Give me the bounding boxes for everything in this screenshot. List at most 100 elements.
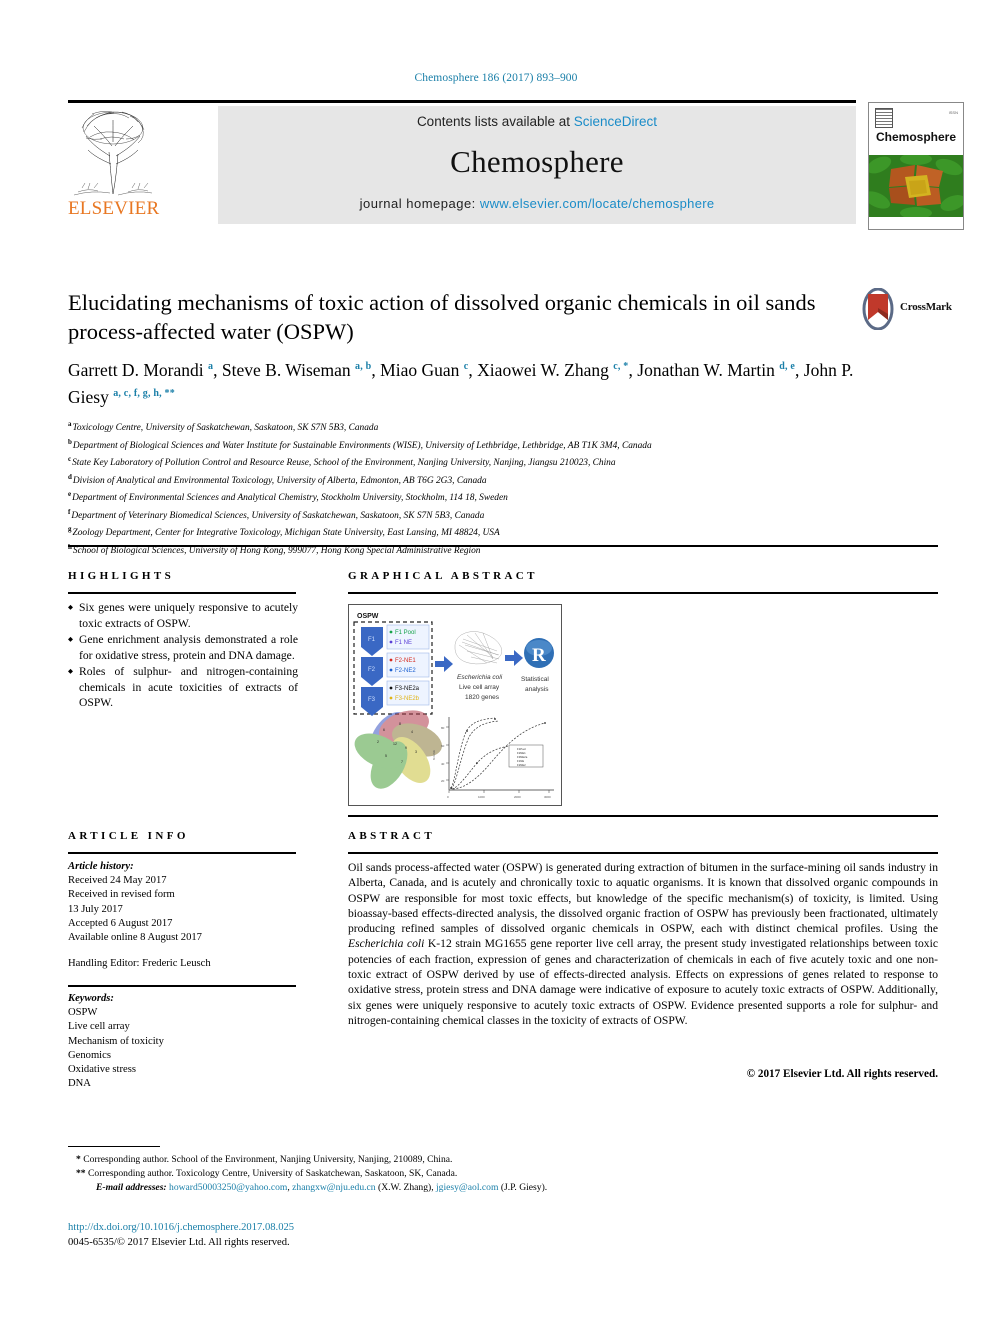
cover-issue-text: ISSN [948, 110, 958, 115]
svg-text:12: 12 [393, 742, 397, 746]
affiliation-text: School of Biological Sciences, Universit… [72, 545, 481, 556]
corr-mark-1: * [76, 1154, 81, 1165]
contents-available-line: Contents lists available at ScienceDirec… [218, 114, 856, 129]
corresponding-author-1: * Corresponding author. School of the En… [68, 1153, 938, 1167]
cover-artwork [869, 155, 963, 217]
affiliation-mark: b [68, 437, 72, 446]
highlight-text: Six genes were uniquely responsive to ac… [79, 601, 298, 630]
svg-text:F2-NE1: F2-NE1 [395, 658, 416, 664]
journal-homepage-link[interactable]: www.elsevier.com/locate/chemosphere [480, 196, 715, 211]
keyword-item: OSPW [68, 1007, 98, 1019]
svg-text:Escherichia coli: Escherichia coli [457, 674, 503, 681]
article-history-label: Article history: [68, 861, 134, 872]
svg-text:40: 40 [441, 762, 445, 766]
affiliation-text: Toxicology Centre, University of Saskatc… [72, 423, 379, 434]
svg-text:2: 2 [377, 740, 379, 744]
highlights-list: Six genes were uniquely responsive to ac… [68, 600, 298, 712]
handling-editor: Handling Editor: Frederic Leusch [68, 958, 211, 970]
crossmark-badge[interactable]: CrossMark [858, 288, 952, 332]
contents-panel: Contents lists available at ScienceDirec… [218, 106, 856, 224]
sciencedirect-link[interactable]: ScienceDirect [574, 114, 657, 129]
affiliation-mark: d [68, 472, 72, 481]
affiliation-item: dDivision of Analytical and Environmenta… [68, 471, 938, 489]
keyword-item: Mechanism of toxicity [68, 1035, 164, 1047]
elsevier-tree-icon [70, 106, 156, 198]
keywords-block: Keywords: OSPW Live cell array Mechanism… [68, 992, 296, 1091]
highlight-text: Gene enrichment analysis demonstrated a … [79, 633, 298, 662]
section-divider-top [68, 545, 938, 547]
svg-text:F2-NE2: F2-NE2 [395, 668, 416, 674]
svg-text:Live cell array: Live cell array [459, 684, 500, 691]
affiliation-item: fDepartment of Veterinary Biomedical Sci… [68, 506, 938, 524]
journal-title: Chemosphere [450, 144, 624, 179]
email-owner-2: (X.W. Zhang) [378, 1182, 432, 1193]
issn-copyright: 0045-6535/© 2017 Elsevier Ltd. All right… [68, 1237, 290, 1248]
email-link-3[interactable]: jgiesy@aol.com [436, 1182, 498, 1193]
affiliation-text: Department of Environmental Sciences and… [72, 493, 508, 504]
graphical-abstract-heading: GRAPHICAL ABSTRACT [348, 570, 538, 582]
corr-text-2: Corresponding author. Toxicology Centre,… [88, 1168, 458, 1179]
svg-text:Statistical: Statistical [521, 676, 549, 683]
abstract-part-2: K-12 strain MG1655 gene reporter live ce… [348, 937, 938, 1027]
cover-bottom-band [869, 217, 963, 229]
keyword-item: DNA [68, 1078, 91, 1090]
svg-text:1820 genes: 1820 genes [465, 694, 500, 701]
abstract-body: Oil sands process-affected water (OSPW) … [348, 860, 938, 1028]
svg-text:1000: 1000 [478, 795, 485, 799]
abstract-species-name: Escherichia coli [348, 937, 425, 951]
title-block: Elucidating mechanisms of toxic action o… [68, 288, 848, 346]
affiliation-list: aToxicology Centre, University of Saskat… [68, 418, 938, 558]
history-accepted: Accepted 6 August 2017 [68, 917, 173, 929]
article-history: Article history: Received 24 May 2017 Re… [68, 860, 296, 971]
abstract-part-1: Oil sands process-affected water (OSPW) … [348, 861, 938, 936]
svg-text:9: 9 [405, 746, 407, 750]
email-link-2[interactable]: zhangxw@nju.edu.cn [292, 1182, 375, 1193]
article-info-heading: ARTICLE INFO [68, 830, 189, 842]
affiliation-item: gZoology Department, Center for Integrat… [68, 523, 938, 541]
affiliation-item: bDepartment of Biological Sciences and W… [68, 436, 938, 454]
email-label: E-mail addresses: [96, 1182, 167, 1193]
highlights-rule [68, 592, 296, 594]
svg-text:F1: F1 [368, 637, 376, 643]
svg-text:3: 3 [415, 750, 417, 754]
svg-text:6: 6 [383, 728, 385, 732]
journal-masthead: ELSEVIER Contents lists available at Sci… [68, 100, 964, 230]
email-addresses-line: E-mail addresses: howard50003250@yahoo.c… [96, 1182, 548, 1193]
svg-text:OSPW: OSPW [357, 613, 379, 620]
email-owner-3: (J.P. Giesy). [500, 1182, 548, 1193]
author-list: Garrett D. Morandi a, Steve B. Wiseman a… [68, 355, 868, 409]
graphical-abstract-bottom-rule [348, 815, 938, 817]
authors-text: Garrett D. Morandi a, Steve B. Wiseman a… [68, 359, 854, 407]
highlight-text: Roles of sulphur- and nitrogen-containin… [79, 665, 298, 709]
svg-text:8: 8 [399, 722, 401, 726]
history-available-online: Available online 8 August 2017 [68, 932, 202, 944]
svg-text:20: 20 [441, 779, 445, 783]
homepage-prefix: journal homepage: [359, 196, 480, 211]
crossmark-label: CrossMark [900, 301, 952, 313]
journal-article-page: Chemosphere 186 (2017) 893–900 ELSEVIER … [0, 0, 992, 1323]
affiliation-item: eDepartment of Environmental Sciences an… [68, 488, 938, 506]
svg-text:R: R [532, 645, 546, 666]
journal-homepage-line: journal homepage: www.elsevier.com/locat… [218, 196, 856, 211]
affiliation-mark: e [68, 490, 72, 499]
svg-text:5: 5 [385, 754, 387, 758]
masthead-top-rule [68, 100, 856, 103]
svg-text:F1 Pool: F1 Pool [395, 630, 416, 636]
svg-text:F3-NE2a: F3-NE2a [395, 686, 420, 692]
keywords-label: Keywords: [68, 993, 114, 1004]
journal-cover-thumbnail: ISSN Chemosphere [868, 102, 964, 230]
list-item: Gene enrichment analysis demonstrated a … [68, 632, 298, 663]
svg-text:7: 7 [401, 760, 403, 764]
page-title: Elucidating mechanisms of toxic action o… [68, 290, 816, 344]
graphical-abstract-figure: OSPW F1 F2 F3 F1 Pool F1 NE F2-NE1 F2-NE… [348, 604, 562, 806]
affiliation-mark: f [68, 507, 71, 516]
svg-text:F3: F3 [368, 697, 376, 703]
cover-top-band: ISSN [869, 103, 963, 155]
list-item: Roles of sulphur- and nitrogen-containin… [68, 664, 298, 711]
elsevier-wordmark: ELSEVIER [68, 198, 160, 219]
doi-link[interactable]: http://dx.doi.org/10.1016/j.chemosphere.… [68, 1222, 294, 1233]
contents-prefix: Contents lists available at [416, 114, 574, 129]
keyword-item: Oxidative stress [68, 1064, 136, 1076]
svg-text:3000: 3000 [544, 795, 551, 799]
email-link-1[interactable]: howard50003250@yahoo.com [169, 1182, 287, 1193]
